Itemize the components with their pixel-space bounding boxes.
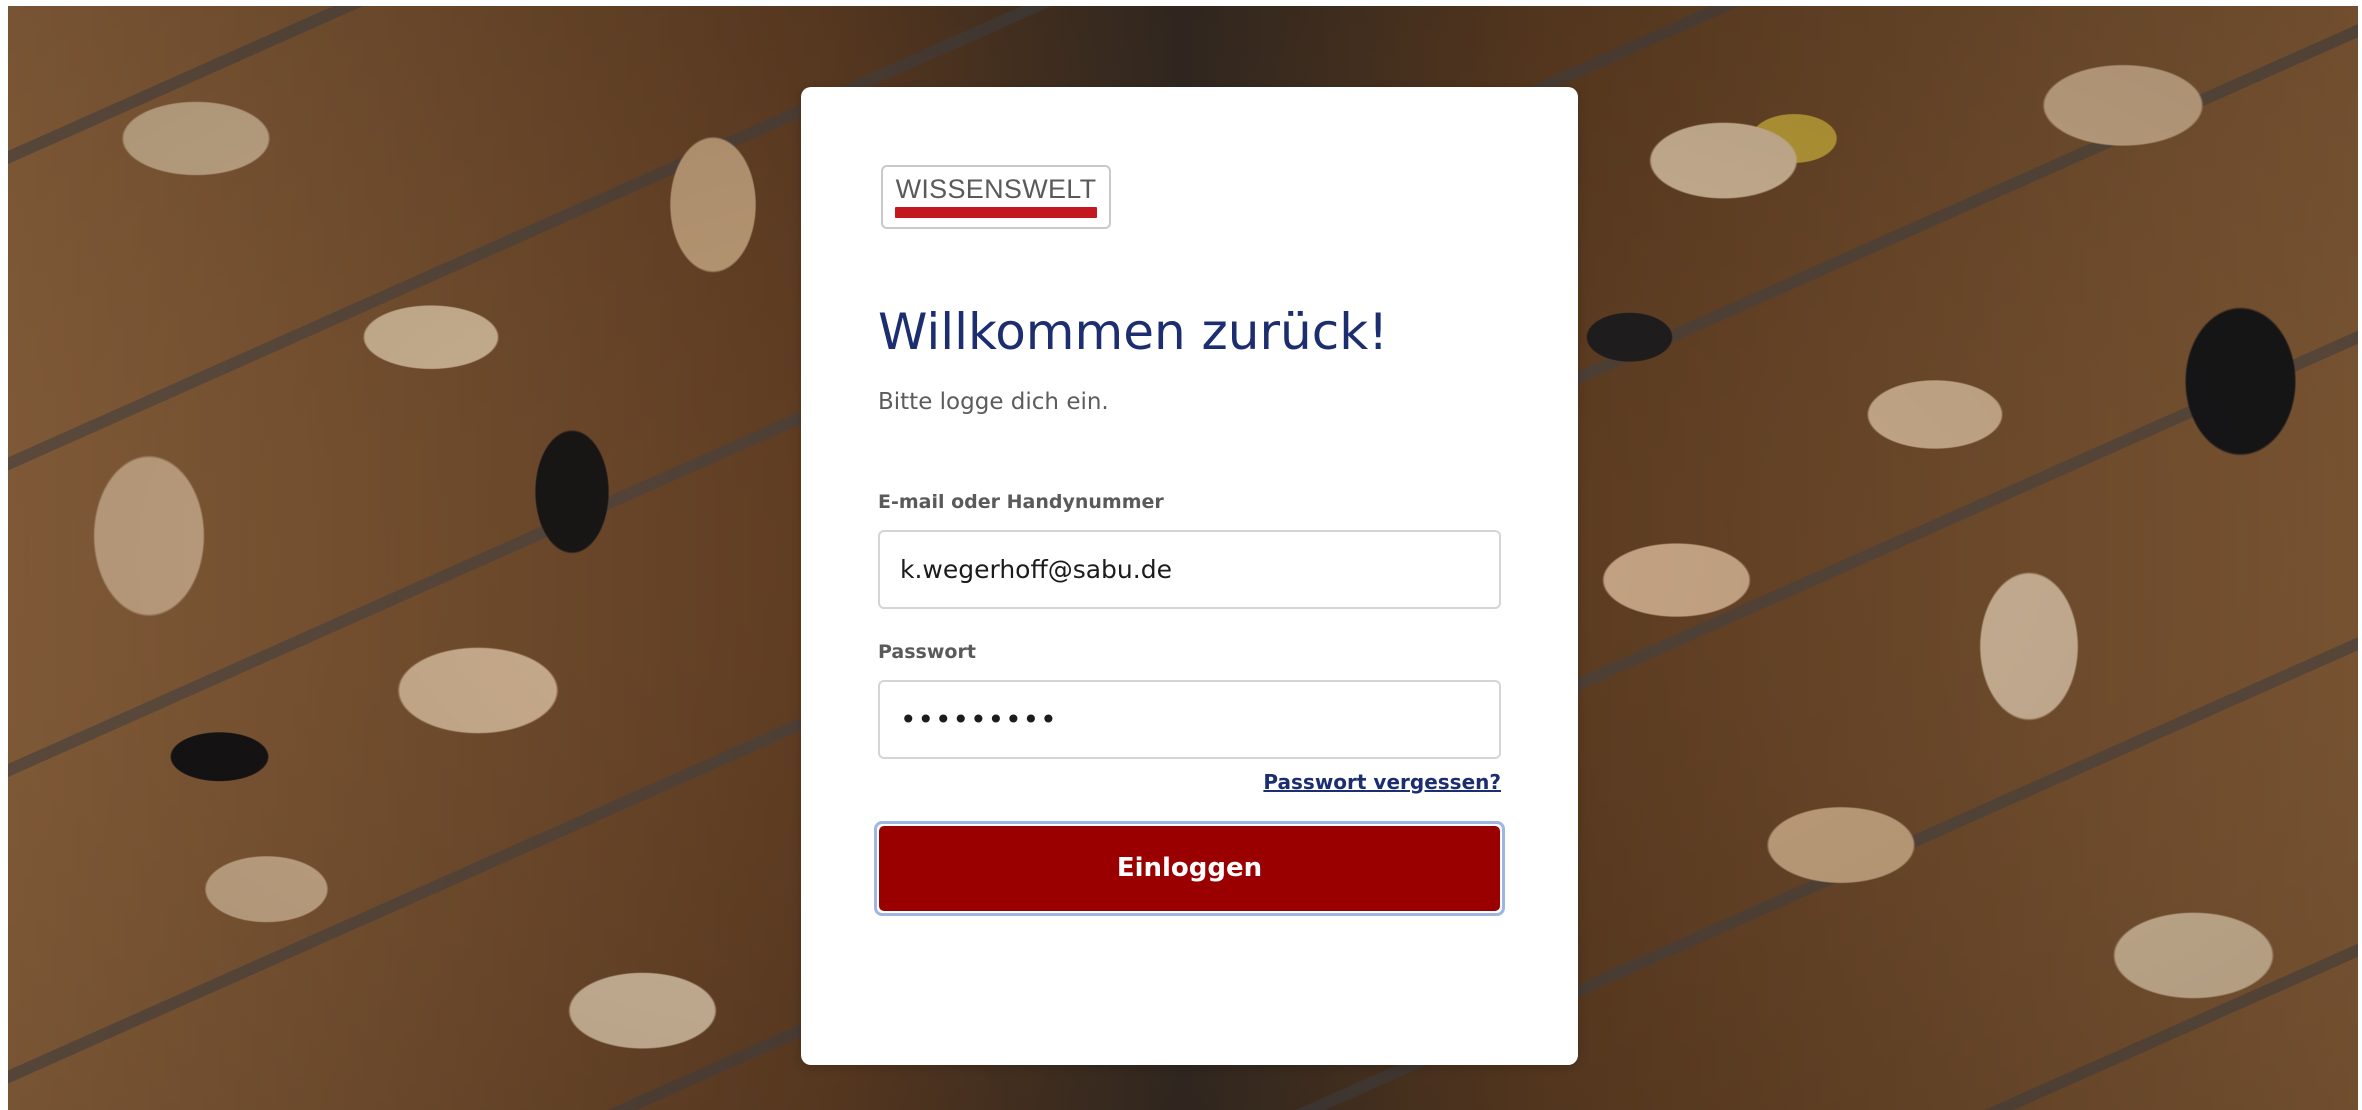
email-field-label: E-mail oder Handynummer	[878, 491, 1164, 513]
password-field-value: •••••••••	[900, 703, 1058, 736]
wissenswelt-logo: WISSENSWELT	[881, 165, 1111, 229]
email-field[interactable]: k.wegerhoff@sabu.de	[878, 530, 1501, 609]
page-subtitle: Bitte logge dich ein.	[878, 389, 1109, 415]
password-field[interactable]: •••••••••	[878, 680, 1501, 759]
logo-wordmark: WISSENSWELT	[895, 174, 1097, 204]
logo-tagline-bar	[895, 207, 1097, 218]
login-button-label: Einloggen	[879, 826, 1500, 911]
login-card: WISSENSWELT Willkommen zurück! Bitte log…	[801, 87, 1578, 1065]
login-button[interactable]: Einloggen	[874, 821, 1505, 916]
page-title: Willkommen zurück!	[878, 303, 1389, 361]
forgot-password-link[interactable]: Passwort vergessen?	[1263, 769, 1501, 795]
password-field-label: Passwort	[878, 641, 976, 663]
email-field-value: k.wegerhoff@sabu.de	[900, 555, 1172, 584]
